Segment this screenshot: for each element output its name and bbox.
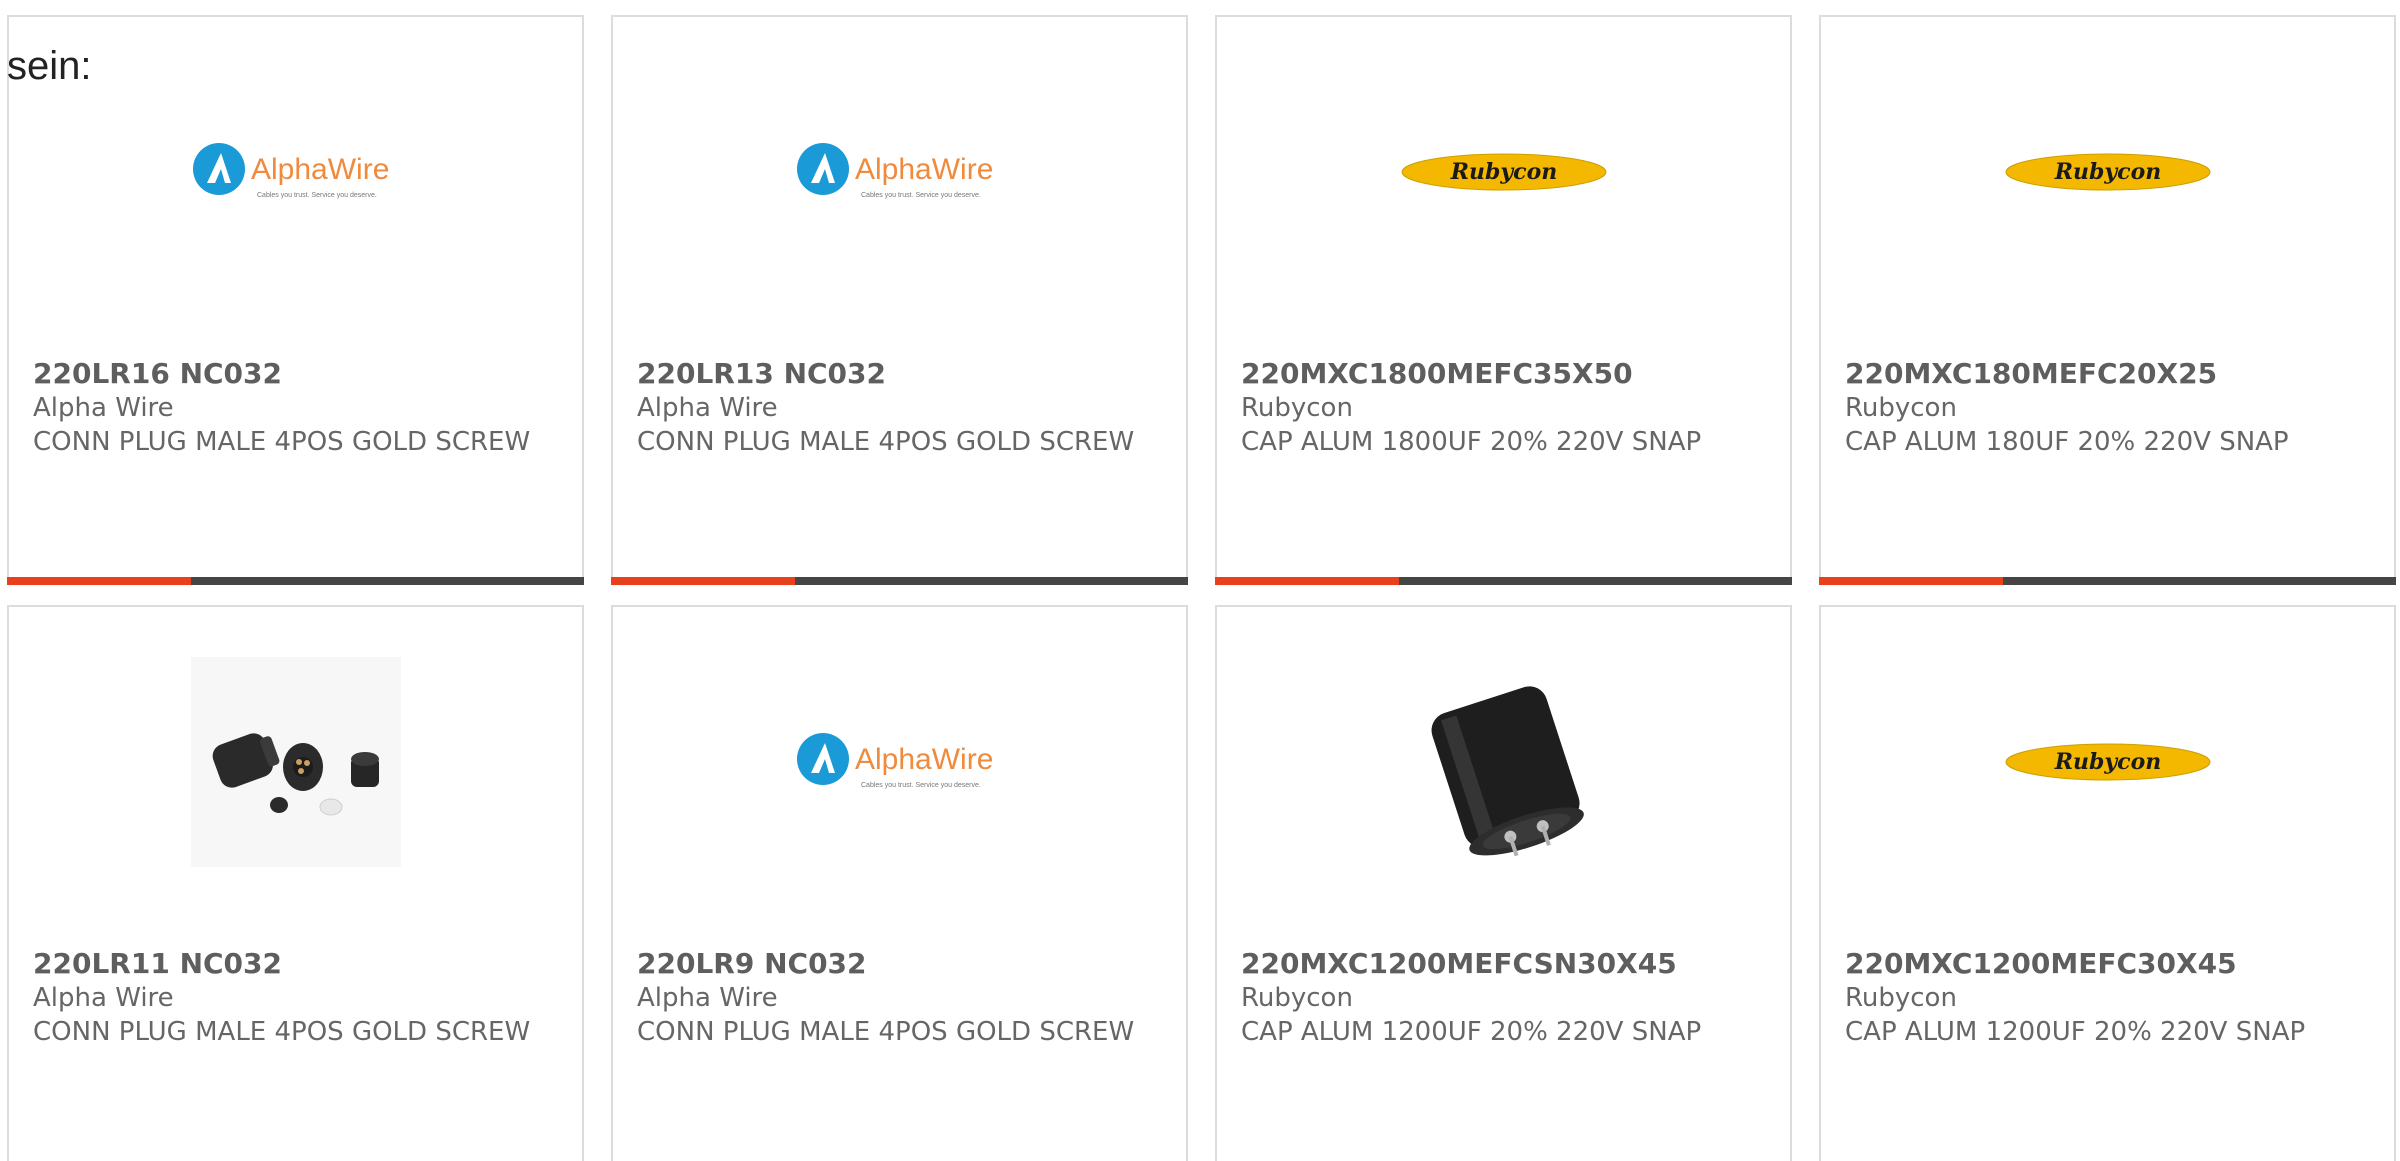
svg-text:Rubycon: Rubycon [1449,159,1557,185]
svg-text:Rubycon: Rubycon [2053,159,2161,185]
card-footer-bar [1819,577,2396,585]
part-number[interactable]: 220MXC1200MEFC30X45 [1845,947,2374,981]
alphawire-logo-icon: AlphaWire Cables you trust. Service you … [192,143,389,199]
part-number[interactable]: 220LR16 NC032 [33,357,562,391]
card-accent-bar [1215,577,1399,585]
product-card[interactable]: 220LR11 NC032 Alpha Wire CONN PLUG MALE … [7,605,584,1161]
heading-fragment: sein: [7,44,92,88]
product-description: CONN PLUG MALE 4POS GOLD SCREW [33,1017,531,1047]
manufacturer-logo: Rubycon [1821,657,2394,867]
product-info: 220MXC1800MEFC35X50 Rubycon CAP ALUM 180… [1241,357,1770,459]
capacitor-photo-icon [1398,657,1609,867]
product-info: 220LR13 NC032 Alpha Wire CONN PLUG MALE … [637,357,1166,459]
svg-text:AlphaWire: AlphaWire [855,153,993,186]
svg-text:Cables you trust. Service you: Cables you trust. Service you deserve. [861,782,981,789]
part-number[interactable]: 220LR9 NC032 [637,947,1166,981]
svg-text:AlphaWire: AlphaWire [855,743,993,776]
product-grid-page: sein: AlphaWire Cables you trust. Servic… [0,0,2400,1161]
part-number[interactable]: 220MXC180MEFC20X25 [1845,357,2374,391]
connector-photo-icon [190,657,401,867]
svg-text:Cables you trust. Service you: Cables you trust. Service you deserve. [861,192,981,199]
manufacturer-name: Rubycon [1241,983,1353,1013]
card-footer-bar [7,577,584,585]
manufacturer-name: Alpha Wire [33,393,174,423]
part-number[interactable]: 220MXC1200MEFCSN30X45 [1241,947,1770,981]
product-description: CAP ALUM 1800UF 20% 220V SNAP [1241,427,1702,457]
product-description: CAP ALUM 1200UF 20% 220V SNAP [1241,1017,1702,1047]
product-description: CONN PLUG MALE 4POS GOLD SCREW [637,427,1135,457]
product-image [9,657,582,867]
product-info: 220MXC1200MEFC30X45 Rubycon CAP ALUM 120… [1845,947,2374,1049]
product-info: 220LR11 NC032 Alpha Wire CONN PLUG MALE … [33,947,562,1049]
manufacturer-logo: AlphaWire Cables you trust. Service you … [613,657,1186,867]
alphawire-logo-icon: AlphaWire Cables you trust. Service you … [796,733,993,789]
manufacturer-logo: AlphaWire Cables you trust. Service you … [9,67,582,277]
rubycon-logo-icon: Rubycon [2005,743,2210,781]
card-accent-bar [611,577,795,585]
product-description: CONN PLUG MALE 4POS GOLD SCREW [637,1017,1135,1047]
part-number[interactable]: 220LR13 NC032 [637,357,1166,391]
rubycon-logo-icon: Rubycon [2005,153,2210,191]
card-accent-bar [7,577,191,585]
product-image [1217,657,1790,867]
product-info: 220LR9 NC032 Alpha Wire CONN PLUG MALE 4… [637,947,1166,1049]
manufacturer-name: Rubycon [1845,393,1957,423]
product-card[interactable]: 220MXC1200MEFCSN30X45 Rubycon CAP ALUM 1… [1215,605,1792,1161]
product-info: 220MXC180MEFC20X25 Rubycon CAP ALUM 180U… [1845,357,2374,459]
manufacturer-name: Rubycon [1241,393,1353,423]
product-description: CONN PLUG MALE 4POS GOLD SCREW [33,427,531,457]
manufacturer-name: Alpha Wire [637,393,778,423]
card-footer-bar [1215,577,1792,585]
product-description: CAP ALUM 180UF 20% 220V SNAP [1845,427,2289,457]
alphawire-logo-icon: AlphaWire Cables you trust. Service you … [796,143,993,199]
svg-text:Rubycon: Rubycon [2053,749,2161,775]
manufacturer-name: Alpha Wire [637,983,778,1013]
product-card[interactable]: AlphaWire Cables you trust. Service you … [7,15,584,585]
card-footer-bar [611,577,1188,585]
card-accent-bar [1819,577,2003,585]
manufacturer-logo: Rubycon [1821,67,2394,277]
rubycon-logo-icon: Rubycon [1401,153,1606,191]
manufacturer-logo: Rubycon [1217,67,1790,277]
product-card[interactable]: Rubycon 220MXC180MEFC20X25 Rubycon CAP A… [1819,15,2396,585]
part-number[interactable]: 220LR11 NC032 [33,947,562,981]
product-info: 220LR16 NC032 Alpha Wire CONN PLUG MALE … [33,357,562,459]
manufacturer-name: Rubycon [1845,983,1957,1013]
manufacturer-name: Alpha Wire [33,983,174,1013]
product-card[interactable]: AlphaWire Cables you trust. Service you … [611,15,1188,585]
manufacturer-logo: AlphaWire Cables you trust. Service you … [613,67,1186,277]
product-card[interactable]: Rubycon 220MXC1800MEFC35X50 Rubycon CAP … [1215,15,1792,585]
product-card[interactable]: AlphaWire Cables you trust. Service you … [611,605,1188,1161]
part-number[interactable]: 220MXC1800MEFC35X50 [1241,357,1770,391]
product-info: 220MXC1200MEFCSN30X45 Rubycon CAP ALUM 1… [1241,947,1770,1049]
svg-text:AlphaWire: AlphaWire [251,153,389,186]
product-description: CAP ALUM 1200UF 20% 220V SNAP [1845,1017,2306,1047]
product-card[interactable]: Rubycon 220MXC1200MEFC30X45 Rubycon CAP … [1819,605,2396,1161]
svg-text:Cables you trust. Service you: Cables you trust. Service you deserve. [257,192,377,199]
